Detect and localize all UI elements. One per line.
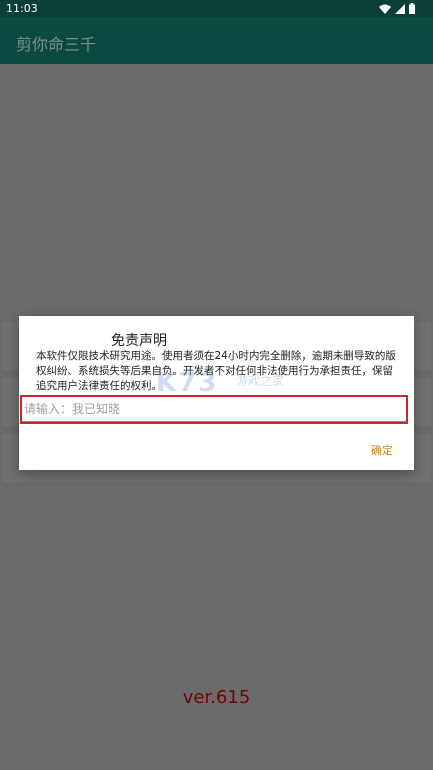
watermark-logo: K73 bbox=[156, 368, 219, 398]
app-bar: 剪你命三千 bbox=[0, 17, 433, 64]
app-title: 剪你命三千 bbox=[16, 35, 97, 54]
dialog-title: 免责声明 bbox=[111, 333, 167, 349]
status-icons bbox=[379, 3, 415, 14]
wifi-icon bbox=[379, 4, 391, 14]
version-label: ver.615 bbox=[182, 687, 251, 708]
status-bar: 11:03 bbox=[0, 0, 433, 17]
ok-button[interactable]: 确定 bbox=[371, 442, 393, 458]
battery-icon bbox=[409, 3, 415, 14]
confirm-input-wrapper bbox=[20, 395, 412, 424]
ok-button-label: 确定 bbox=[371, 444, 393, 457]
signal-icon bbox=[395, 3, 405, 14]
status-time: 11:03 bbox=[6, 2, 38, 15]
disclaimer-dialog: 免责声明 本软件仅限技术研究用途。使用者须在24小时内完全删除，逾期未删导致的版… bbox=[19, 316, 414, 470]
watermark-text: 游戏之家 bbox=[236, 374, 285, 388]
confirm-input[interactable] bbox=[20, 395, 408, 424]
